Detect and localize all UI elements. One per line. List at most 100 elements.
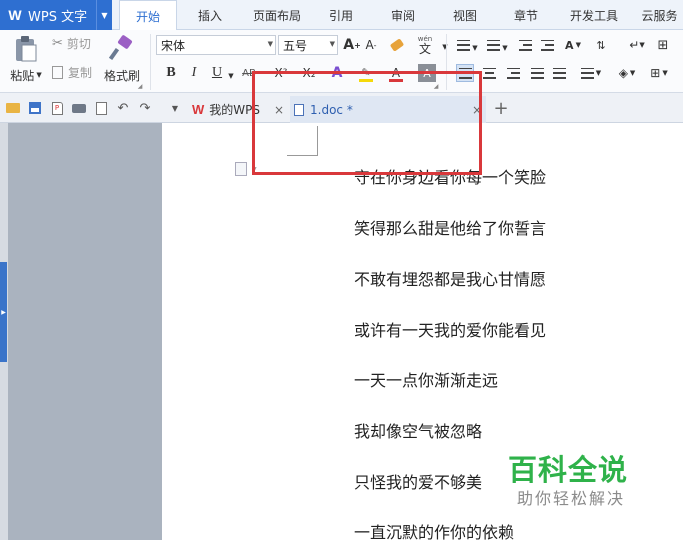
- tab-developer[interactable]: 开发工具: [563, 0, 625, 30]
- highlight-annotation-box: [252, 71, 482, 175]
- align-center-button[interactable]: [480, 64, 498, 82]
- char-case-button[interactable]: A ▼: [562, 36, 584, 54]
- chevron-down-icon[interactable]: ▼: [470, 39, 480, 57]
- bold-icon: B: [166, 65, 176, 80]
- grid-icon: ⊞: [657, 37, 669, 53]
- numbered-list-icon: [486, 39, 500, 51]
- app-menu-button[interactable]: W WPS 文字 ▼: [0, 0, 112, 30]
- tab-home[interactable]: 开始: [119, 0, 177, 31]
- side-panel-toggle[interactable]: ▶: [0, 262, 7, 362]
- print-preview-icon[interactable]: [92, 99, 110, 117]
- document-line[interactable]: 一天一点你渐渐走远: [354, 367, 498, 391]
- watermark-subtitle: 助你轻松解决: [517, 489, 626, 508]
- show-marks-button[interactable]: ↵ ▼: [626, 36, 648, 54]
- save-icon[interactable]: [26, 99, 44, 117]
- format-painter-label: 格式刷: [103, 68, 140, 83]
- app-title: WPS 文字: [28, 9, 88, 25]
- underline-button[interactable]: U: [208, 64, 226, 82]
- increase-indent-button[interactable]: [538, 36, 556, 54]
- tab-sections[interactable]: 章节: [503, 0, 549, 30]
- tab-insert[interactable]: 插入: [183, 0, 237, 30]
- bold-button[interactable]: B: [162, 64, 180, 82]
- paragraph-layout-icon[interactable]: [235, 162, 247, 176]
- underline-icon: U: [211, 65, 223, 80]
- borders-button[interactable]: ⊞ ▼: [646, 64, 672, 82]
- increase-indent-icon: [540, 39, 554, 51]
- tab-view[interactable]: 视图: [442, 0, 488, 30]
- copy-label: 复制: [68, 65, 93, 80]
- clipboard-expand-icon[interactable]: ◢: [136, 82, 144, 90]
- tab-references[interactable]: 引用: [318, 0, 364, 30]
- undo-icon[interactable]: ↶: [114, 99, 132, 117]
- paste-button[interactable]: 粘贴 ▼: [6, 66, 46, 84]
- scissors-icon: ✂: [52, 35, 63, 51]
- redo-icon[interactable]: ↷: [136, 99, 154, 117]
- clear-format-button[interactable]: [388, 36, 406, 54]
- document-line[interactable]: 一直沉默的作你的依赖: [354, 519, 514, 540]
- sort-button[interactable]: ⇅: [592, 36, 610, 54]
- grow-font-button[interactable]: A +: [343, 36, 361, 54]
- font-size-select[interactable]: 五号 ▼: [278, 35, 338, 55]
- tab-label: 插入: [197, 8, 222, 23]
- wps-logo-icon: W: [192, 102, 205, 117]
- tab-label: 章节: [513, 8, 538, 23]
- chevron-down-icon[interactable]: ▼: [166, 99, 184, 117]
- chevron-down-icon: ▼: [267, 40, 273, 48]
- copy-button[interactable]: 复制: [52, 63, 100, 81]
- line-spacing-icon: [580, 67, 594, 79]
- font-name-select[interactable]: 宋体 ▼: [156, 35, 276, 55]
- decrease-indent-icon: [518, 39, 532, 51]
- justify-icon: [530, 67, 544, 79]
- open-folder-icon[interactable]: [4, 99, 22, 117]
- document-line[interactable]: 笑得那么甜是他给了你誓言: [354, 215, 546, 239]
- cut-label: 剪切: [66, 36, 91, 51]
- document-line[interactable]: 不敢有埋怨都是我心甘情愿: [354, 266, 546, 290]
- cut-button[interactable]: ✂ 剪切: [52, 34, 100, 52]
- chevron-down-icon[interactable]: ▼: [96, 0, 112, 30]
- paint-bucket-icon: ◈: [618, 66, 628, 80]
- new-tab-plus-icon[interactable]: +: [492, 98, 510, 119]
- document-line[interactable]: 我却像空气被忽略: [354, 418, 482, 442]
- phonetic-guide-button[interactable]: wén 文: [412, 32, 438, 58]
- sort-icon: ⇅: [596, 38, 606, 52]
- watermark-title: 百科全说: [508, 453, 629, 487]
- align-right-icon: [506, 67, 520, 79]
- tab-label: 视图: [452, 8, 477, 23]
- tab-review[interactable]: 审阅: [380, 0, 426, 30]
- document-line[interactable]: 或许有一天我的爱你能看见: [354, 317, 546, 341]
- copy-icon: [52, 65, 63, 79]
- justify-button[interactable]: [528, 64, 546, 82]
- table-button[interactable]: ⊞: [654, 36, 672, 54]
- grow-font-icon: A: [343, 37, 355, 53]
- font-size-value: 五号: [283, 38, 308, 53]
- export-pdf-icon[interactable]: P: [48, 99, 66, 117]
- distributed-align-button[interactable]: [550, 64, 568, 82]
- align-right-button[interactable]: [504, 64, 522, 82]
- shrink-font-button[interactable]: A-: [362, 36, 380, 54]
- bullet-list-icon: [456, 39, 470, 51]
- eraser-icon: [389, 38, 405, 52]
- format-painter-icon[interactable]: [106, 33, 136, 63]
- chevron-down-icon: ▼: [329, 40, 335, 48]
- chevron-down-icon[interactable]: ▼: [500, 39, 510, 57]
- chevron-down-icon[interactable]: ▼: [226, 67, 236, 85]
- menu-bar: W WPS 文字 ▼ 开始 插入 页面布局 引用 审阅 视图 章节 开发工具 云…: [0, 0, 683, 31]
- chevron-down-icon[interactable]: ▼: [436, 38, 454, 56]
- font-name-value: 宋体: [161, 38, 186, 53]
- shading-button[interactable]: ◈ ▼: [614, 64, 640, 82]
- decrease-indent-button[interactable]: [516, 36, 534, 54]
- tab-cloud-service[interactable]: 云服务: [636, 0, 683, 30]
- border-icon: ⊞: [650, 66, 661, 80]
- align-center-icon: [482, 67, 496, 79]
- print-icon[interactable]: [70, 99, 88, 117]
- tab-label: 云服务: [641, 8, 678, 23]
- document-line[interactable]: 只怪我的爱不够美: [354, 469, 482, 493]
- paste-label: 粘贴: [10, 68, 35, 83]
- workspace-background: [8, 123, 162, 540]
- paste-icon[interactable]: [8, 33, 44, 65]
- tab-page-layout[interactable]: 页面布局: [245, 0, 309, 30]
- tab-label: 引用: [328, 8, 353, 23]
- tab-label: 审阅: [390, 8, 415, 23]
- line-spacing-button[interactable]: ▼: [580, 64, 602, 82]
- italic-button[interactable]: I: [185, 64, 203, 82]
